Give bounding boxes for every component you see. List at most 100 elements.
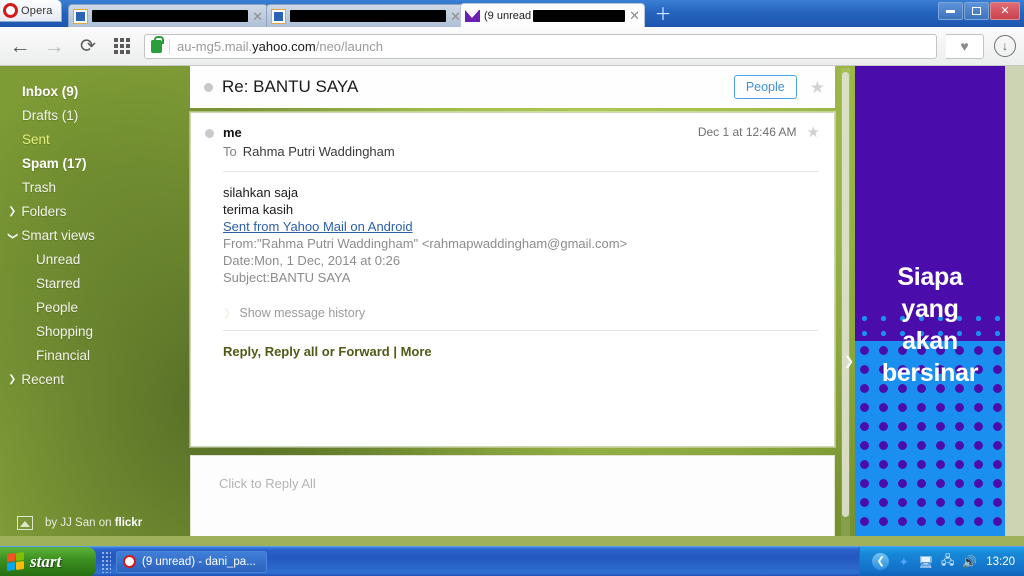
show-history-label: Show message history	[239, 306, 366, 320]
quoted-date: Date:Mon, 1 Dec, 2014 at 0:26	[223, 253, 401, 268]
sidebar-item-trash[interactable]: Trash	[0, 176, 190, 200]
sidebar-item-sent[interactable]: Sent	[0, 128, 190, 152]
browser-toolbar: ← → ⟳ au-mg5.mail.yahoo.com/neo/launch ♥…	[0, 27, 1024, 66]
message-star-icon[interactable]: ★	[807, 125, 820, 140]
message-body: silahkan saja terima kasih Sent from Yah…	[191, 172, 834, 286]
start-button[interactable]: start	[0, 546, 96, 576]
network-icon[interactable]: 🖧	[940, 553, 955, 569]
browser-tab-1[interactable]: ✕	[68, 4, 268, 27]
to-label: To	[223, 144, 237, 159]
sidebar-item-unread[interactable]: Unread	[0, 248, 190, 272]
divider	[223, 330, 818, 331]
taskbar-item-opera[interactable]: (9 unread) - dani_pa...	[116, 550, 267, 573]
sidebar-item-shopping[interactable]: Shopping	[0, 320, 190, 344]
chevron-right-icon: ❯	[8, 374, 17, 385]
browser-tab-3-active[interactable]: (9 unread) ✕	[460, 3, 645, 27]
sidebar-item-drafts[interactable]: Drafts (1)	[0, 104, 190, 128]
sidebar-group-folders[interactable]: ❯ Folders	[0, 200, 190, 224]
divider-label: |	[393, 344, 397, 359]
mail-content-column: Re: BANTU SAYA People ★ me Dec 1 at 12:4…	[190, 66, 850, 546]
more-link[interactable]: More	[401, 344, 432, 359]
windows-taskbar: start (9 unread) - dani_pa... ❮ ✦ 🖥 🖧 🔊 …	[0, 546, 1024, 576]
screen: Opera ✕ ✕ (9 unread) ✕ ＋ ✕ ← → ⟳ au-mg5.…	[0, 0, 1024, 576]
reply-placeholder: Click to Reply All	[219, 476, 316, 491]
tab-title-redacted	[533, 9, 626, 22]
new-tab-button[interactable]: ＋	[650, 5, 676, 26]
opera-menu-label: Opera	[21, 4, 53, 17]
close-button[interactable]: ✕	[990, 2, 1020, 20]
sidebar-group-label: Smart views	[21, 228, 95, 243]
mail-scrollbar[interactable]	[841, 68, 850, 538]
start-label: start	[30, 551, 62, 571]
quoted-from: From:"Rahma Putri Waddingham" <rahmapwad…	[223, 236, 628, 251]
tab-title-redacted	[92, 10, 249, 22]
reload-button[interactable]: ⟳	[76, 34, 100, 58]
browser-tab-2[interactable]: ✕	[266, 4, 466, 27]
minimize-button[interactable]	[938, 2, 963, 20]
downloads-button[interactable]: ↓	[994, 35, 1016, 57]
advertisement-panel[interactable]: Siapa yang akan bersinar	[855, 66, 1005, 536]
show-hidden-icons-button[interactable]: ❮	[872, 553, 890, 570]
unread-dot-icon[interactable]	[204, 82, 213, 92]
tab-close-icon[interactable]: ✕	[629, 9, 640, 22]
ad-line: bersinar	[881, 359, 979, 387]
opera-menu-button[interactable]: Opera	[0, 0, 62, 22]
message-date: Dec 1 at 12:46 AM	[697, 125, 797, 139]
photo-attribution[interactable]: by JJ San on flickr	[17, 516, 142, 530]
sidebar-group-label: Folders	[21, 204, 67, 219]
url-divider	[169, 38, 170, 54]
sidebar-item-inbox[interactable]: Inbox (9)	[0, 80, 190, 104]
opera-icon	[123, 555, 136, 568]
bluetooth-icon[interactable]: ✦	[896, 555, 911, 569]
back-button[interactable]: ←	[8, 34, 32, 58]
taskbar-grip[interactable]	[101, 550, 111, 573]
clock: 13:20	[986, 555, 1015, 568]
heart-icon: ♥	[960, 38, 969, 54]
ad-line: akan	[902, 327, 958, 355]
chevron-right-icon: ❯	[223, 307, 232, 319]
to-value: Rahma Putri Waddingham	[242, 144, 395, 159]
sidebar-item-starred[interactable]: Starred	[0, 272, 190, 296]
restore-button[interactable]	[964, 2, 989, 20]
sidebar-item-spam[interactable]: Spam (17)	[0, 152, 190, 176]
message-recipient: To Rahma Putri Waddingham	[191, 140, 834, 159]
tab-title-redacted	[290, 10, 447, 22]
ad-line: yang	[901, 295, 959, 323]
windows-logo-icon	[7, 551, 24, 572]
sent-from-link[interactable]: Sent from Yahoo Mail on Android	[223, 218, 818, 235]
people-button[interactable]: People	[733, 75, 797, 99]
message-dot-icon[interactable]	[205, 129, 214, 138]
bookmark-button[interactable]: ♥	[946, 33, 984, 59]
opera-logo-icon	[3, 3, 18, 18]
reply-box[interactable]: Click to Reply All	[190, 455, 835, 546]
sidebar-group-recent[interactable]: ❯ Recent	[0, 368, 190, 392]
show-message-history-toggle[interactable]: ❯ Show message history	[223, 306, 818, 320]
volume-icon[interactable]: 🔊	[962, 555, 977, 569]
reply-link[interactable]: Reply	[223, 344, 257, 359]
url-text: au-mg5.mail.yahoo.com/neo/launch	[177, 38, 383, 54]
sidebar-group-label: Recent	[21, 372, 65, 387]
display-icon[interactable]: 🖥	[918, 555, 933, 569]
reply-all-link[interactable]: Reply all	[265, 344, 318, 359]
favicon-placeholder-icon	[271, 8, 286, 24]
message-card: me Dec 1 at 12:46 AM ★ To Rahma Putri Wad…	[190, 112, 835, 447]
tab-close-icon[interactable]: ✕	[252, 10, 263, 23]
sidebar-item-financial[interactable]: Financial	[0, 344, 190, 368]
speed-dial-icon[interactable]	[110, 34, 134, 58]
mail-scrollbar-thumb[interactable]	[842, 72, 849, 517]
browser-titlebar: Opera ✕ ✕ (9 unread) ✕ ＋ ✕	[0, 0, 1024, 27]
address-bar[interactable]: au-mg5.mail.yahoo.com/neo/launch	[144, 33, 937, 59]
message-header: me Dec 1 at 12:46 AM ★	[191, 113, 834, 140]
forward-button[interactable]: →	[42, 34, 66, 58]
body-line: silahkan saja	[223, 185, 299, 200]
sidebar-group-smart-views[interactable]: ❯ Smart views	[0, 224, 190, 248]
page-right-margin	[1005, 66, 1024, 536]
collapse-ad-panel-button[interactable]: ❯	[843, 344, 855, 378]
image-icon	[17, 516, 33, 530]
body-line: terima kasih	[223, 202, 294, 217]
quoted-subject: Subject:BANTU SAYA	[223, 270, 351, 285]
ad-headline: Siapa yang akan bersinar	[855, 261, 1005, 389]
forward-link[interactable]: Forward	[338, 344, 389, 359]
star-icon[interactable]: ★	[810, 79, 825, 96]
sidebar-item-people[interactable]: People	[0, 296, 190, 320]
